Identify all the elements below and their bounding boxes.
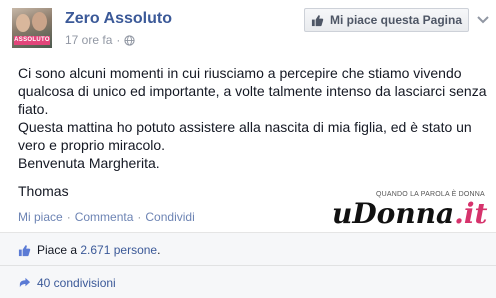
post-timestamp[interactable]: 17 ore fa <box>65 33 112 47</box>
meta-separator: · <box>116 33 121 47</box>
chevron-down-icon <box>477 16 489 24</box>
avatar-face-left <box>16 14 30 32</box>
thumbs-up-icon <box>18 244 31 256</box>
likes-suffix: . <box>157 243 161 257</box>
post-paragraph: Questa mattina ho potuto assistere alla … <box>18 119 472 153</box>
post-actions: Mi piace · Commenta · Condividi <box>18 210 195 224</box>
site-watermark: QUANDO LA PAROLA È DONNA uDonna.it <box>330 191 490 235</box>
post-meta: 17 ore fa · <box>65 33 136 47</box>
post-paragraph: Benvenuta Margherita. <box>18 155 160 171</box>
avatar-face-right <box>32 12 47 31</box>
action-separator: · <box>66 210 71 224</box>
watermark-logo-suffix: .it <box>454 197 488 230</box>
watermark-logo-main: uDonna <box>332 197 455 230</box>
like-page-button[interactable]: Mi piace questa Pagina <box>304 8 469 32</box>
globe-icon[interactable] <box>124 34 136 46</box>
post-body: Ci sono alcuni momenti in cui riusciamo … <box>18 64 488 200</box>
post-options-button[interactable] <box>476 14 490 26</box>
likes-count-link[interactable]: 2.671 persone <box>80 243 157 257</box>
shares-summary[interactable]: 40 condivisioni <box>18 276 116 290</box>
likes-prefix: Piace a <box>37 243 78 257</box>
facebook-post: ASSOLUTO Zero Assoluto 17 ore fa · Mi pi… <box>0 0 496 298</box>
action-separator: · <box>137 210 142 224</box>
avatar-tag: ASSOLUTO <box>14 36 50 45</box>
page-avatar[interactable]: ASSOLUTO <box>12 8 52 48</box>
watermark-logo: uDonna.it <box>332 197 488 230</box>
comment-action-link[interactable]: Commenta <box>75 210 134 224</box>
footer-row-divider <box>0 265 496 266</box>
likes-text: Piace a 2.671 persone. <box>37 243 160 257</box>
post-paragraph: Ci sono alcuni momenti in cui riusciamo … <box>18 65 487 117</box>
likes-summary: Piace a 2.671 persone. <box>18 243 160 257</box>
shares-count-link[interactable]: 40 condivisioni <box>37 276 116 290</box>
thumbs-up-icon <box>311 14 324 26</box>
page-name-link[interactable]: Zero Assoluto <box>65 10 172 28</box>
share-action-link[interactable]: Condividi <box>145 210 194 224</box>
share-icon <box>19 277 31 287</box>
like-action-link[interactable]: Mi piace <box>18 210 63 224</box>
like-page-label: Mi piace questa Pagina <box>329 13 463 27</box>
